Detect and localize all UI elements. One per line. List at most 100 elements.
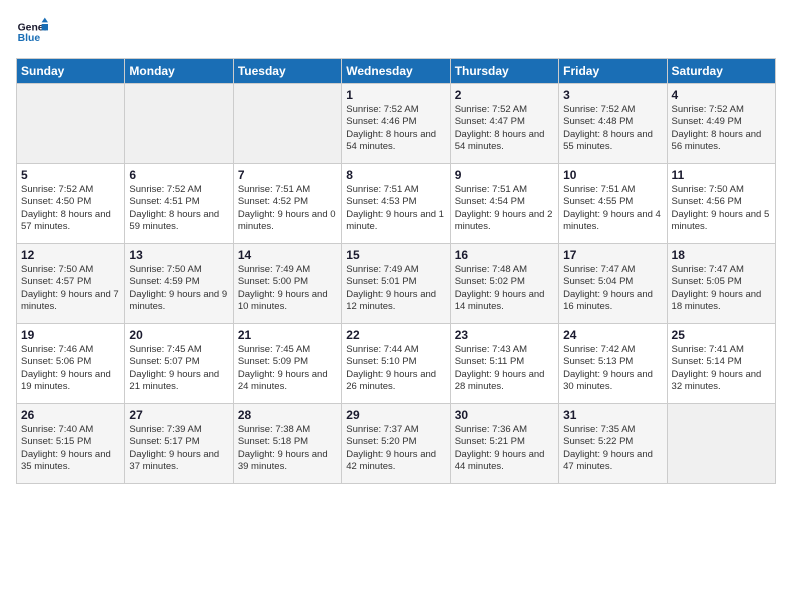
day-info: Sunrise: 7:50 AM Sunset: 4:59 PM Dayligh…: [129, 264, 228, 313]
day-info: Sunrise: 7:52 AM Sunset: 4:48 PM Dayligh…: [563, 104, 662, 153]
day-number: 27: [129, 408, 228, 422]
calendar-cell: 30 Sunrise: 7:36 AM Sunset: 5:21 PM Dayli…: [450, 404, 558, 484]
calendar-cell: 11 Sunrise: 7:50 AM Sunset: 4:56 PM Dayli…: [667, 164, 775, 244]
header-day-friday: Friday: [559, 59, 667, 84]
calendar-cell: 13 Sunrise: 7:50 AM Sunset: 4:59 PM Dayli…: [125, 244, 233, 324]
day-number: 31: [563, 408, 662, 422]
day-info: Sunrise: 7:51 AM Sunset: 4:53 PM Dayligh…: [346, 184, 445, 233]
header: General Blue: [16, 16, 776, 48]
calendar-cell: 12 Sunrise: 7:50 AM Sunset: 4:57 PM Dayli…: [17, 244, 125, 324]
calendar-cell: 21 Sunrise: 7:45 AM Sunset: 5:09 PM Dayli…: [233, 324, 341, 404]
day-info: Sunrise: 7:52 AM Sunset: 4:51 PM Dayligh…: [129, 184, 228, 233]
day-info: Sunrise: 7:50 AM Sunset: 4:57 PM Dayligh…: [21, 264, 120, 313]
day-number: 1: [346, 88, 445, 102]
calendar-cell: [125, 84, 233, 164]
day-info: Sunrise: 7:45 AM Sunset: 5:07 PM Dayligh…: [129, 344, 228, 393]
day-number: 15: [346, 248, 445, 262]
calendar-cell: 17Sunrise: 7:47 AM Sunset: 5:04 PM Dayli…: [559, 244, 667, 324]
day-number: 9: [455, 168, 554, 182]
day-info: Sunrise: 7:42 AM Sunset: 5:13 PM Dayligh…: [563, 344, 662, 393]
day-info: Sunrise: 7:52 AM Sunset: 4:46 PM Dayligh…: [346, 104, 445, 153]
header-day-thursday: Thursday: [450, 59, 558, 84]
header-day-sunday: Sunday: [17, 59, 125, 84]
calendar-week-2: 5Sunrise: 7:52 AM Sunset: 4:50 PM Daylig…: [17, 164, 776, 244]
day-info: Sunrise: 7:38 AM Sunset: 5:18 PM Dayligh…: [238, 424, 337, 473]
day-info: Sunrise: 7:45 AM Sunset: 5:09 PM Dayligh…: [238, 344, 337, 393]
calendar-cell: 6 Sunrise: 7:52 AM Sunset: 4:51 PM Daylig…: [125, 164, 233, 244]
day-number: 25: [672, 328, 771, 342]
calendar-week-4: 19 Sunrise: 7:46 AM Sunset: 5:06 PM Dayli…: [17, 324, 776, 404]
day-info: Sunrise: 7:52 AM Sunset: 4:50 PM Dayligh…: [21, 184, 120, 233]
day-number: 21: [238, 328, 337, 342]
day-info: Sunrise: 7:44 AM Sunset: 5:10 PM Dayligh…: [346, 344, 445, 393]
calendar-header-row: SundayMondayTuesdayWednesdayThursdayFrid…: [17, 59, 776, 84]
day-number: 14: [238, 248, 337, 262]
day-number: 12: [21, 248, 120, 262]
day-number: 11: [672, 168, 771, 182]
day-info: Sunrise: 7:52 AM Sunset: 4:49 PM Dayligh…: [672, 104, 771, 153]
day-number: 2: [455, 88, 554, 102]
calendar-cell: [17, 84, 125, 164]
logo: General Blue: [16, 16, 52, 48]
day-info: Sunrise: 7:49 AM Sunset: 5:00 PM Dayligh…: [238, 264, 337, 313]
day-info: Sunrise: 7:46 AM Sunset: 5:06 PM Dayligh…: [21, 344, 120, 393]
day-info: Sunrise: 7:49 AM Sunset: 5:01 PM Dayligh…: [346, 264, 445, 313]
calendar-cell: 1 Sunrise: 7:52 AM Sunset: 4:46 PM Daylig…: [342, 84, 450, 164]
day-number: 29: [346, 408, 445, 422]
header-day-wednesday: Wednesday: [342, 59, 450, 84]
day-info: Sunrise: 7:50 AM Sunset: 4:56 PM Dayligh…: [672, 184, 771, 233]
day-number: 8: [346, 168, 445, 182]
day-number: 16: [455, 248, 554, 262]
day-number: 18: [672, 248, 771, 262]
day-number: 6: [129, 168, 228, 182]
calendar-cell: 16 Sunrise: 7:48 AM Sunset: 5:02 PM Dayli…: [450, 244, 558, 324]
day-info: Sunrise: 7:51 AM Sunset: 4:52 PM Dayligh…: [238, 184, 337, 233]
day-number: 22: [346, 328, 445, 342]
day-info: Sunrise: 7:51 AM Sunset: 4:55 PM Dayligh…: [563, 184, 662, 233]
calendar-cell: 25Sunrise: 7:41 AM Sunset: 5:14 PM Dayli…: [667, 324, 775, 404]
calendar-cell: 26 Sunrise: 7:40 AM Sunset: 5:15 PM Dayli…: [17, 404, 125, 484]
day-number: 26: [21, 408, 120, 422]
day-number: 10: [563, 168, 662, 182]
calendar-table: SundayMondayTuesdayWednesdayThursdayFrid…: [16, 58, 776, 484]
calendar-cell: 22 Sunrise: 7:44 AM Sunset: 5:10 PM Dayli…: [342, 324, 450, 404]
day-number: 3: [563, 88, 662, 102]
calendar-cell: 10 Sunrise: 7:51 AM Sunset: 4:55 PM Dayli…: [559, 164, 667, 244]
day-info: Sunrise: 7:52 AM Sunset: 4:47 PM Dayligh…: [455, 104, 554, 153]
day-info: Sunrise: 7:35 AM Sunset: 5:22 PM Dayligh…: [563, 424, 662, 473]
day-number: 30: [455, 408, 554, 422]
day-number: 23: [455, 328, 554, 342]
day-number: 13: [129, 248, 228, 262]
calendar-week-1: 1 Sunrise: 7:52 AM Sunset: 4:46 PM Daylig…: [17, 84, 776, 164]
day-number: 7: [238, 168, 337, 182]
day-info: Sunrise: 7:51 AM Sunset: 4:54 PM Dayligh…: [455, 184, 554, 233]
calendar-cell: 9 Sunrise: 7:51 AM Sunset: 4:54 PM Daylig…: [450, 164, 558, 244]
day-info: Sunrise: 7:37 AM Sunset: 5:20 PM Dayligh…: [346, 424, 445, 473]
calendar-cell: 4 Sunrise: 7:52 AM Sunset: 4:49 PM Daylig…: [667, 84, 775, 164]
calendar-cell: 23 Sunrise: 7:43 AM Sunset: 5:11 PM Dayli…: [450, 324, 558, 404]
calendar-cell: 19 Sunrise: 7:46 AM Sunset: 5:06 PM Dayli…: [17, 324, 125, 404]
calendar-body: 1 Sunrise: 7:52 AM Sunset: 4:46 PM Daylig…: [17, 84, 776, 484]
day-info: Sunrise: 7:48 AM Sunset: 5:02 PM Dayligh…: [455, 264, 554, 313]
day-info: Sunrise: 7:40 AM Sunset: 5:15 PM Dayligh…: [21, 424, 120, 473]
calendar-cell: 28 Sunrise: 7:38 AM Sunset: 5:18 PM Dayli…: [233, 404, 341, 484]
header-day-saturday: Saturday: [667, 59, 775, 84]
calendar-cell: 14 Sunrise: 7:49 AM Sunset: 5:00 PM Dayli…: [233, 244, 341, 324]
calendar-cell: [667, 404, 775, 484]
calendar-cell: [233, 84, 341, 164]
day-number: 4: [672, 88, 771, 102]
calendar-cell: 3 Sunrise: 7:52 AM Sunset: 4:48 PM Daylig…: [559, 84, 667, 164]
day-number: 28: [238, 408, 337, 422]
day-number: 24: [563, 328, 662, 342]
calendar-cell: 8 Sunrise: 7:51 AM Sunset: 4:53 PM Daylig…: [342, 164, 450, 244]
header-day-monday: Monday: [125, 59, 233, 84]
calendar-cell: 2 Sunrise: 7:52 AM Sunset: 4:47 PM Daylig…: [450, 84, 558, 164]
day-info: Sunrise: 7:47 AM Sunset: 5:05 PM Dayligh…: [672, 264, 771, 313]
day-number: 20: [129, 328, 228, 342]
header-day-tuesday: Tuesday: [233, 59, 341, 84]
calendar-cell: 7 Sunrise: 7:51 AM Sunset: 4:52 PM Daylig…: [233, 164, 341, 244]
day-info: Sunrise: 7:36 AM Sunset: 5:21 PM Dayligh…: [455, 424, 554, 473]
calendar-week-5: 26 Sunrise: 7:40 AM Sunset: 5:15 PM Dayli…: [17, 404, 776, 484]
day-info: Sunrise: 7:43 AM Sunset: 5:11 PM Dayligh…: [455, 344, 554, 393]
day-number: 19: [21, 328, 120, 342]
